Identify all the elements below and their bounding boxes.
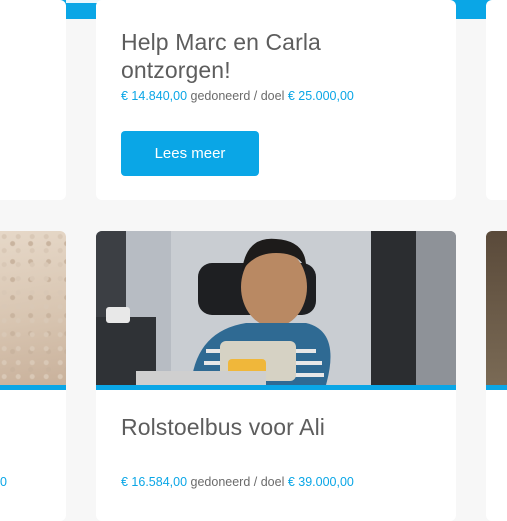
donation-progress: € 14.840,00 gedoneerd / doel € 25.000,00 xyxy=(121,89,354,103)
campaign-title-line1[interactable]: Help Marc en Carla xyxy=(121,28,321,56)
raised-amount: € 14.840,00 xyxy=(121,89,188,103)
raised-amount: € 16.584,00 xyxy=(121,475,188,489)
child-in-wheelchair-photo[interactable] xyxy=(96,231,456,385)
campaign-card-ali[interactable]: Rolstoelbus voor Ali € 16.584,00 gedonee… xyxy=(96,231,456,521)
read-more-button[interactable]: Lees meer xyxy=(121,131,259,176)
raised-suffix: gedoneerd / doel xyxy=(187,89,288,103)
raised-suffix: gedoneerd / doel xyxy=(187,475,288,489)
campaign-card-left-mid[interactable]: 0 xyxy=(0,231,66,521)
card-accent-bar xyxy=(0,385,66,390)
photo-illustration xyxy=(96,231,456,385)
donation-progress: € 16.584,00 gedoneerd / doel € 39.000,00 xyxy=(121,475,354,489)
card-accent-bar xyxy=(486,385,507,390)
campaign-title[interactable]: Rolstoelbus voor Ali xyxy=(121,413,325,441)
campaign-card-right-top[interactable] xyxy=(486,0,507,200)
card-accent-bar xyxy=(96,385,456,390)
campaign-card-left-top[interactable] xyxy=(0,0,66,200)
goal-amount: € 39.000,00 xyxy=(287,475,354,489)
campaign-photo[interactable] xyxy=(486,231,507,385)
campaign-card-right-mid[interactable] xyxy=(486,231,507,521)
amount-fragment: 0 xyxy=(0,475,7,489)
campaign-card-marc-carla[interactable]: Help Marc en Carla ontzorgen! € 14.840,0… xyxy=(96,0,456,200)
goal-amount: € 25.000,00 xyxy=(287,89,354,103)
campaign-photo-beach[interactable] xyxy=(0,231,66,385)
campaign-title-line2[interactable]: ontzorgen! xyxy=(121,56,231,84)
